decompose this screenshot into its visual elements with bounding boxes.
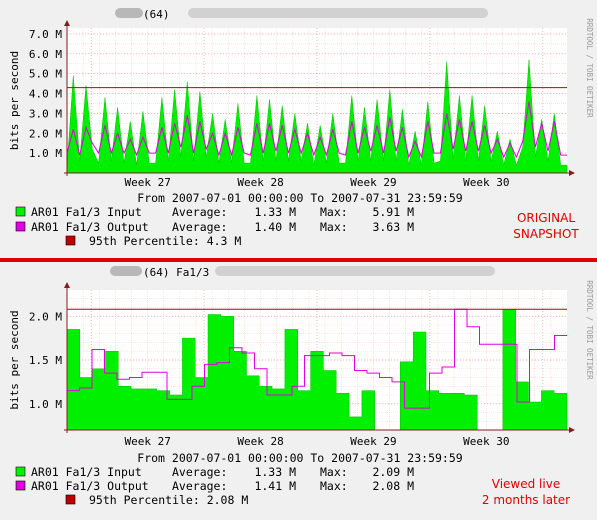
legend-max-label: Max: bbox=[320, 465, 348, 479]
x-tick-label: Week 27 bbox=[124, 435, 170, 448]
period-label: From 2007-07-01 00:00:00 To 2007-07-31 2… bbox=[137, 191, 462, 205]
x-tick-label: Week 28 bbox=[237, 435, 283, 448]
y-axis-label: bits per second bbox=[8, 51, 21, 150]
rrdtool-credit: RRDTOOL / TOBI OETIKER bbox=[585, 18, 594, 118]
x-axis-arrow bbox=[569, 170, 575, 176]
output-legend-swatch bbox=[15, 221, 26, 232]
redacted-title-part bbox=[215, 266, 495, 276]
x-tick-label: Week 29 bbox=[350, 435, 396, 448]
redacted-title-part bbox=[110, 266, 142, 276]
percentile-legend-label: 95th Percentile: 2.08 M bbox=[89, 493, 248, 507]
annotation-line-1: ORIGINAL bbox=[517, 211, 575, 225]
y-axis-arrow bbox=[64, 282, 70, 288]
percentile-legend-swatch bbox=[65, 235, 76, 246]
y-tick-label: 2.0 M bbox=[29, 310, 62, 323]
x-tick-label: Week 28 bbox=[237, 176, 283, 189]
percentile-legend-label: 95th Percentile: 4.3 M bbox=[89, 234, 241, 248]
comparison-figure: (64) 1.0 M 2.0 M 3.0 M 4.0 M 5.0 M 6.0 M 7.0 M W… bbox=[0, 0, 597, 520]
input-legend-swatch bbox=[15, 466, 26, 477]
x-tick-label: Week 27 bbox=[124, 176, 170, 189]
x-tick-label: Week 29 bbox=[350, 176, 396, 189]
legend-average-value: 1.33 M bbox=[254, 205, 296, 219]
annotation-line-2: 2 months later bbox=[482, 493, 570, 507]
percentile-legend-swatch bbox=[65, 494, 76, 505]
legend-series-name: AR01 Fa1/3 Input bbox=[31, 465, 142, 479]
legend-max-value: 5.91 M bbox=[372, 205, 414, 219]
y-tick-label: 1.5 M bbox=[29, 354, 62, 367]
y-tick-label: 3.0 M bbox=[29, 107, 62, 120]
panel-divider bbox=[0, 258, 597, 262]
period-label: From 2007-07-01 00:00:00 To 2007-07-31 2… bbox=[137, 451, 462, 465]
legend-average-value: 1.33 M bbox=[254, 465, 296, 479]
legend-average-label: Average: bbox=[172, 205, 227, 219]
chart-title: (64) bbox=[143, 8, 170, 21]
legend-max-label: Max: bbox=[320, 220, 348, 234]
legend-max-label: Max: bbox=[320, 479, 348, 493]
y-tick-label: 2.0 M bbox=[29, 127, 62, 140]
y-tick-label: 1.0 M bbox=[29, 398, 62, 411]
chart-panel-1: (64) 1.0 M 2.0 M 3.0 M 4.0 M 5.0 M 6.0 M 7.0 M W… bbox=[8, 8, 594, 248]
annotation-line-1: Viewed live bbox=[492, 477, 560, 491]
legend-average-value: 1.40 M bbox=[254, 220, 296, 234]
redacted-title-part bbox=[115, 8, 143, 18]
chart-panel-2: (64) Fa1/3 1.0 M 1.5 M 2.0 M Week 27 Week 28 W… bbox=[8, 266, 594, 507]
legend-average-label: Average: bbox=[172, 465, 227, 479]
legend-max-value: 2.08 M bbox=[372, 479, 414, 493]
y-axis-arrow bbox=[64, 20, 70, 26]
legend-average-value: 1.41 M bbox=[254, 479, 296, 493]
y-tick-label: 7.0 M bbox=[29, 28, 62, 41]
legend-max-value: 3.63 M bbox=[372, 220, 414, 234]
x-tick-label: Week 30 bbox=[463, 435, 509, 448]
y-tick-label: 6.0 M bbox=[29, 48, 62, 61]
rrdtool-credit: RRDTOOL / TOBI OETIKER bbox=[585, 280, 594, 380]
mrtg-graphs: (64) 1.0 M 2.0 M 3.0 M 4.0 M 5.0 M 6.0 M 7.0 M W… bbox=[0, 8, 597, 507]
y-axis-label: bits per second bbox=[8, 310, 21, 409]
x-axis-arrow bbox=[569, 427, 575, 433]
y-tick-label: 1.0 M bbox=[29, 147, 62, 160]
y-tick-label: 4.0 M bbox=[29, 88, 62, 101]
legend-series-name: AR01 Fa1/3 Output bbox=[31, 479, 149, 493]
chart-title: (64) Fa1/3 bbox=[143, 266, 209, 279]
input-legend-swatch bbox=[15, 206, 26, 217]
output-legend-swatch bbox=[15, 480, 26, 491]
legend-series-name: AR01 Fa1/3 Output bbox=[31, 220, 149, 234]
redacted-title-part bbox=[188, 8, 488, 18]
annotation-line-2: SNAPSHOT bbox=[513, 227, 579, 241]
y-tick-label: 5.0 M bbox=[29, 68, 62, 81]
x-tick-label: Week 30 bbox=[463, 176, 509, 189]
legend-average-label: Average: bbox=[172, 479, 227, 493]
legend-average-label: Average: bbox=[172, 220, 227, 234]
legend-max-label: Max: bbox=[320, 205, 348, 219]
legend-max-value: 2.09 M bbox=[372, 465, 414, 479]
legend-series-name: AR01 Fa1/3 Input bbox=[31, 205, 142, 219]
